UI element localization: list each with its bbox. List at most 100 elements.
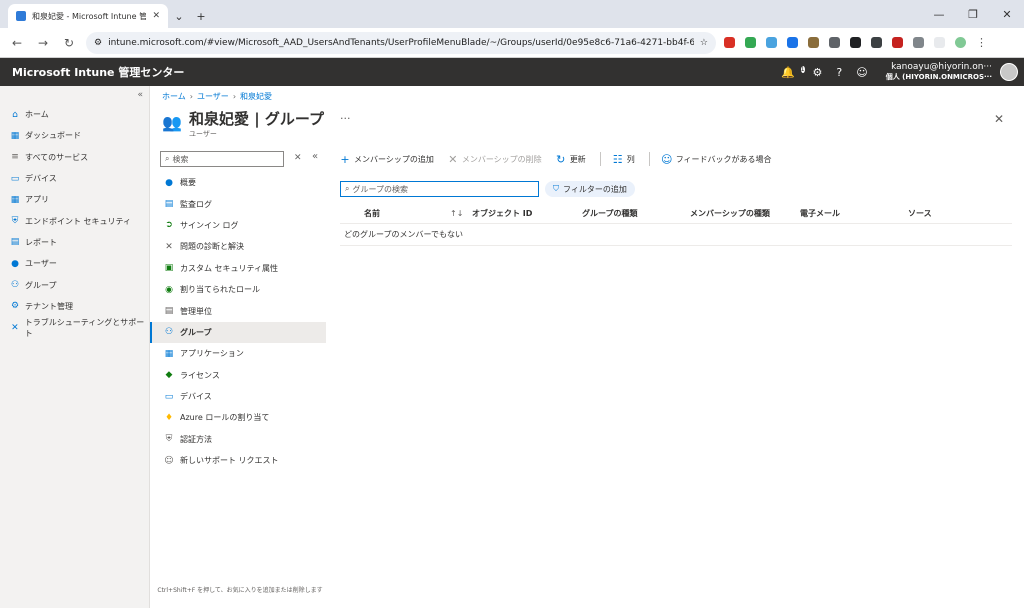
menu-item[interactable]: ☺ 新しいサポート リクエスト [150, 450, 326, 471]
columns-button[interactable]: ☷ 列 [612, 152, 635, 166]
notification-badge: 1 [800, 65, 805, 73]
page-subtitle: ユーザー [189, 130, 217, 138]
group-search-input[interactable]: ⌕ グループの検索 [340, 181, 539, 197]
admin-unit-icon: ▤ [164, 306, 174, 317]
extension-icon[interactable] [766, 37, 777, 48]
column-header-group-type[interactable]: グループの種類 [582, 208, 690, 219]
device-icon: ▭ [164, 391, 174, 402]
restore-icon[interactable]: ❐ [956, 0, 990, 28]
menu-item[interactable]: ● 概要 [150, 172, 326, 193]
menu-item[interactable]: ▤ 監査ログ [150, 193, 326, 214]
avatar[interactable] [1000, 63, 1018, 81]
collapse-nav-icon[interactable]: « [137, 90, 143, 100]
portal-brand[interactable]: Microsoft Intune 管理センター [0, 64, 781, 80]
menu-item[interactable]: ➲ サインイン ログ [150, 215, 326, 236]
sidebar-item-label: すべてのサービス [25, 152, 89, 162]
shield-icon: ⛨ [11, 216, 19, 227]
more-options-icon[interactable]: ··· [340, 112, 351, 125]
sidepanel-icon[interactable] [934, 37, 945, 48]
column-header-email[interactable]: 電子メール [800, 208, 908, 219]
column-header-name[interactable]: 名前 [364, 208, 450, 219]
menu-item[interactable]: ⛨ 認証方法 [150, 429, 326, 450]
help-icon[interactable]: ? [836, 66, 842, 79]
extension-icon[interactable] [724, 37, 735, 48]
puzzle-icon[interactable] [913, 37, 924, 48]
sidebar-item[interactable]: ▭ デバイス [0, 168, 149, 189]
sidebar-item[interactable]: ⚙ テナント管理 [0, 296, 149, 317]
settings-icon[interactable]: ⚙ [813, 66, 823, 79]
reload-icon[interactable]: ↻ [60, 36, 78, 50]
feedback-button[interactable]: ☺ フィードバックがある場合 [661, 153, 772, 166]
clear-search-icon[interactable]: ✕ [294, 153, 302, 163]
menu-item[interactable]: ▣ カスタム セキュリティ属性 [150, 258, 326, 279]
add-membership-button[interactable]: + メンバーシップの追加 [340, 153, 433, 166]
close-blade-icon[interactable]: ✕ [994, 112, 1004, 126]
remove-membership-button[interactable]: ✕ メンバーシップの削除 [448, 153, 541, 166]
new-tab-icon[interactable]: + [190, 4, 212, 28]
feedback-icon[interactable]: ☺ [856, 66, 867, 79]
breadcrumb-user[interactable]: 和泉妃愛 [240, 92, 272, 101]
extension-icon[interactable] [871, 37, 882, 48]
menu-item[interactable]: ▭ デバイス [150, 386, 326, 407]
menu-item[interactable]: ♦ Azure ロールの割り当て [150, 407, 326, 428]
sidebar-item[interactable]: ▦ アプリ [0, 189, 149, 210]
back-icon[interactable]: ← [8, 36, 26, 50]
menu-item[interactable]: ◉ 割り当てられたロール [150, 279, 326, 300]
group-icon: ⚇ [164, 327, 174, 338]
close-tab-icon[interactable]: ✕ [152, 11, 160, 21]
group-search-placeholder: グループの検索 [352, 184, 409, 194]
bookmark-star-icon[interactable]: ☆ [700, 38, 708, 48]
refresh-button[interactable]: ↻ 更新 [556, 153, 586, 166]
menu-search-input[interactable]: ⌕ 検索 [160, 151, 284, 167]
add-filter-button[interactable]: ⛉ フィルターの追加 [545, 181, 635, 197]
breadcrumb-home[interactable]: ホーム [162, 92, 186, 101]
sidebar-item[interactable]: ⚇ グループ [0, 274, 149, 295]
minimize-icon[interactable]: — [922, 0, 956, 28]
group-icon: 👥 [162, 113, 182, 132]
sidebar-item[interactable]: ≡ すべてのサービス [0, 147, 149, 168]
site-info-icon[interactable]: ⚙ [94, 38, 102, 48]
sidebar-item[interactable]: ⛨ エンドポイント セキュリティ [0, 210, 149, 231]
column-header-object-id[interactable]: オブジェクト ID [472, 208, 582, 219]
menu-item[interactable]: ◆ ライセンス [150, 365, 326, 386]
menu-kebab-icon[interactable]: ⋮ [976, 36, 987, 49]
extension-icon[interactable] [850, 37, 861, 48]
sidebar-item[interactable]: ▤ レポート [0, 232, 149, 253]
profile-icon[interactable] [955, 37, 966, 48]
extension-icon[interactable] [892, 37, 903, 48]
menu-item-label: 監査ログ [180, 199, 212, 209]
header-icons: 🔔 1 ⚙ ? ☺ [781, 65, 868, 79]
column-header-membership-type[interactable]: メンバーシップの種類 [690, 208, 800, 219]
browser-tab[interactable]: 和泉妃愛 - Microsoft Intune 管 ✕ [8, 4, 168, 28]
extension-icon[interactable] [745, 37, 756, 48]
window-controls: — ❐ ✕ [922, 0, 1024, 28]
menu-item-label: 管理単位 [180, 306, 212, 316]
tenant-icon: ⚙ [10, 301, 20, 312]
url-input[interactable]: ⚙ intune.microsoft.com/#view/Microsoft_A… [86, 31, 716, 54]
extension-icon[interactable] [808, 37, 819, 48]
sidebar-item[interactable]: ⌂ ホーム [0, 104, 149, 125]
device-icon: ▭ [10, 173, 20, 184]
sidebar-item[interactable]: ▦ ダッシュボード [0, 125, 149, 146]
menu-item[interactable]: ⚇ グループ [150, 321, 326, 344]
notifications-icon[interactable]: 🔔 1 [781, 65, 805, 79]
column-header-source[interactable]: ソース [908, 208, 968, 219]
close-window-icon[interactable]: ✕ [990, 0, 1024, 28]
columns-icon: ☷ [612, 152, 623, 166]
breadcrumb-users[interactable]: ユーザー [197, 92, 229, 101]
sort-icon[interactable]: ↑↓ [450, 209, 472, 218]
account-info[interactable]: kanoayu@hiyorin.on··· 個人 (HIYORIN.ONMICR… [886, 62, 992, 81]
tab-dropdown-icon[interactable]: ⌄ [168, 4, 190, 28]
support-icon: ☺ [164, 455, 174, 466]
extension-icon[interactable] [787, 37, 798, 48]
menu-item-label: ライセンス [180, 370, 220, 380]
collapse-menu-icon[interactable]: « [312, 151, 318, 162]
sidebar-item[interactable]: ✕ トラブルシューティングとサポート [0, 317, 149, 338]
menu-item[interactable]: ✕ 問題の診断と解決 [150, 236, 326, 257]
extension-icon[interactable] [829, 37, 840, 48]
menu-item[interactable]: ▦ アプリケーション [150, 343, 326, 364]
forward-icon[interactable]: → [34, 36, 52, 50]
sidebar-item-label: テナント管理 [25, 301, 73, 311]
sidebar-item[interactable]: ● ユーザー [0, 253, 149, 274]
menu-item[interactable]: ▤ 管理単位 [150, 300, 326, 321]
